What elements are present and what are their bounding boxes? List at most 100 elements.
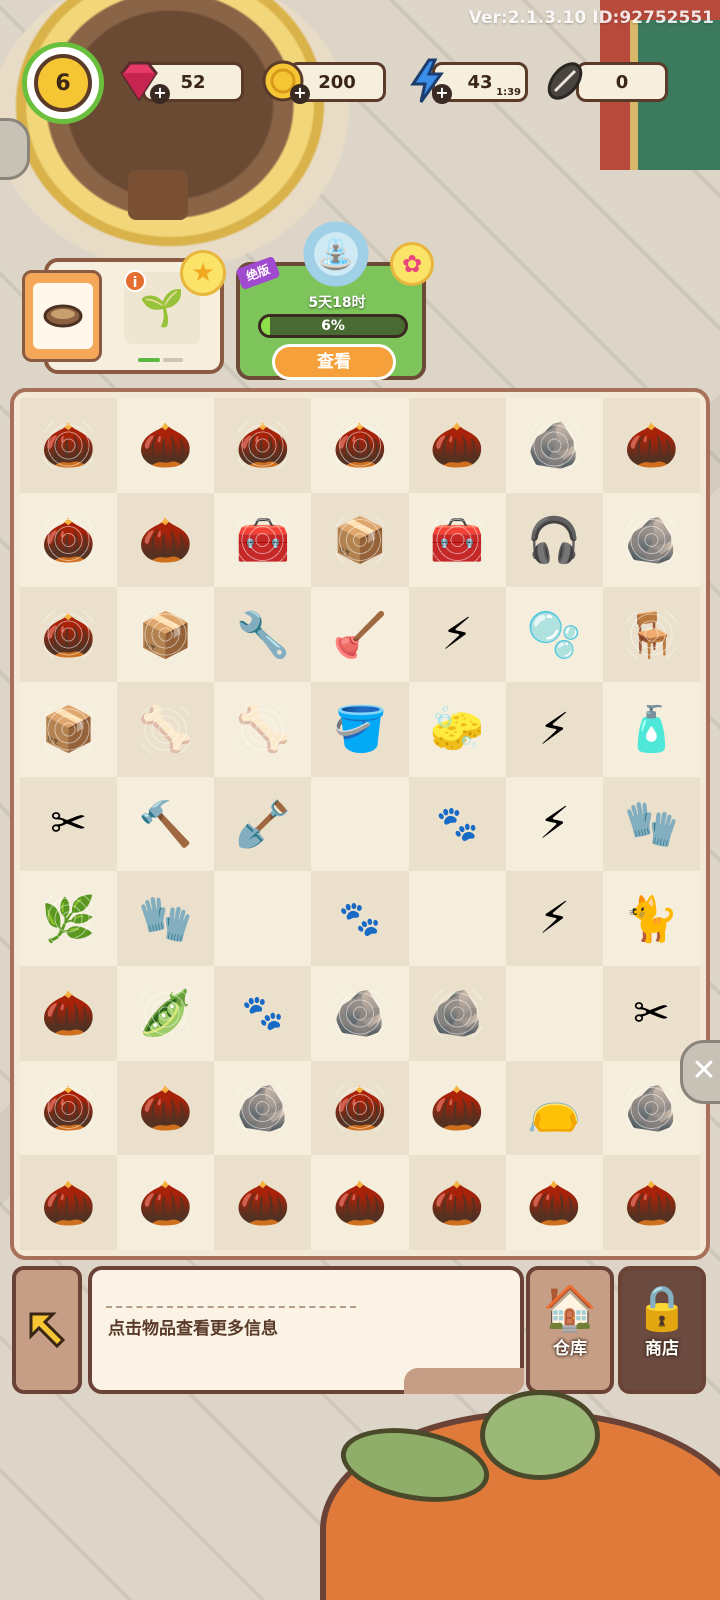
black-cat-icon[interactable]: 🐈: [602, 871, 700, 966]
shop-button[interactable]: 🔒 商店: [618, 1266, 706, 1394]
paw-icon[interactable]: 🐾: [214, 965, 312, 1061]
paw-bucket-icon[interactable]: 🪣: [311, 681, 409, 777]
warehouse-label: 仓库: [553, 1339, 587, 1359]
event-time-left: 5天18时: [308, 295, 366, 311]
acorn-web-icon[interactable]: 🌰: [20, 1060, 118, 1156]
pruning-shears-icon[interactable]: ✂: [20, 776, 118, 872]
order-progress: [138, 358, 184, 362]
brush-icon[interactable]: 🧽: [408, 681, 506, 777]
acorn-icon[interactable]: 🌰: [408, 398, 506, 493]
acorn-dusty-icon[interactable]: 🌰: [117, 492, 215, 588]
add-energy-button[interactable]: +: [432, 84, 452, 104]
merge-grid: 🌰 🌰 🌰 🌰 🌰 🪨 🌰 🌰 🌰 🧰 📦 🧰 🎧 🪨 🌰 📦 🔧 🪠 ⚡ 🫧 🪑 📦 🦴 🦴 🪣 🧽 ⚡ 🧴 ✂ 🔨 🪏 🐾 ⚡ 🧤 🌿 🧤 🐾 ⚡ 🐈 🌰…: [20, 398, 700, 1250]
paw-gloves-icon[interactable]: 🧤: [117, 871, 215, 966]
seeds-value: 0: [615, 71, 629, 93]
trowel-icon[interactable]: 🪏: [214, 776, 312, 872]
sapling-web-icon[interactable]: 🌿: [20, 871, 118, 966]
star-icon: ★: [180, 250, 226, 296]
energy-value: 43: [467, 71, 493, 93]
crate-web-icon[interactable]: 📦: [20, 681, 118, 777]
fountain-pedestal: [128, 170, 188, 220]
shop-label: 商店: [645, 1339, 679, 1359]
event-progress-bar: 6%: [258, 314, 408, 338]
bench-web-icon[interactable]: 🪑: [602, 587, 700, 682]
order-tag[interactable]: [22, 270, 102, 362]
plunger-icon[interactable]: 🪠: [311, 587, 409, 682]
headphones-icon[interactable]: 🎧: [505, 492, 603, 588]
add-coins-button[interactable]: +: [290, 84, 310, 104]
acorn-dusty-icon[interactable]: 🌰: [117, 1155, 215, 1250]
warehouse-button[interactable]: 🏠 仓库: [526, 1266, 614, 1394]
spray-bottle-icon[interactable]: 🧴: [602, 681, 700, 777]
energy-orb-icon[interactable]: ⚡: [505, 871, 603, 966]
info-icon[interactable]: i: [124, 270, 146, 292]
acorn-web-icon[interactable]: 🌰: [311, 1060, 409, 1156]
sack-icon[interactable]: 👝: [505, 1060, 603, 1156]
energy-bucket-icon[interactable]: ⚡: [505, 776, 603, 872]
view-event-button[interactable]: 查看: [272, 344, 396, 380]
acorn-icon[interactable]: 🌰: [20, 965, 118, 1061]
paw-icon[interactable]: 🐾: [408, 776, 506, 872]
toolbox-web-icon[interactable]: 🧰: [408, 492, 506, 588]
crate-web-icon[interactable]: 📦: [311, 492, 409, 588]
sunflower-seed-icon: [540, 56, 590, 106]
energy-cabinet-icon[interactable]: ⚡: [505, 681, 603, 777]
pebble-web-icon[interactable]: 🪨: [505, 398, 603, 493]
lock-icon: 🔒: [634, 1283, 690, 1334]
paw-glove-icon[interactable]: 🧤: [602, 776, 700, 872]
version-label: Ver:2.1.3.10 ID:92752551: [468, 8, 714, 28]
acorn-dusty-icon[interactable]: 🌰: [214, 1155, 312, 1250]
gems-value: 52: [180, 71, 206, 93]
energy-bucket-icon[interactable]: ⚡: [408, 587, 506, 682]
pea-pods-web-icon[interactable]: 🫛: [117, 965, 215, 1061]
close-icon[interactable]: ✕: [680, 1040, 720, 1104]
acorn-dusty-icon[interactable]: 🌰: [505, 1155, 603, 1250]
event-progress-label: 6%: [321, 318, 345, 334]
acorn-icon[interactable]: 🌰: [117, 398, 215, 493]
item-info-panel: 点击物品查看更多信息: [88, 1266, 524, 1394]
order-item-slot: [33, 283, 93, 349]
scissors-icon[interactable]: ✂: [602, 965, 700, 1061]
empty-cell: [311, 776, 409, 872]
acorn-dusty-icon[interactable]: 🌰: [20, 1155, 118, 1250]
house-icon: 🏠: [542, 1283, 598, 1334]
arrow-back-icon: [29, 1312, 66, 1349]
level-number: 6: [34, 54, 92, 112]
empty-cell: [505, 965, 603, 1061]
rock-web-icon[interactable]: 🪨: [311, 965, 409, 1061]
fountain-event-icon: ⛲: [296, 218, 376, 290]
add-gems-button[interactable]: +: [150, 84, 170, 104]
player-level-badge[interactable]: 6: [22, 42, 104, 124]
acorn-dusty-icon[interactable]: 🌰: [602, 398, 700, 493]
bubble-sheet-icon[interactable]: 🫧: [505, 587, 603, 682]
paw-icon[interactable]: 🐾: [311, 871, 409, 966]
acorn-dusty-icon[interactable]: 🌰: [602, 1155, 700, 1250]
energy-timer: 1:39: [496, 87, 521, 98]
hammer-icon[interactable]: 🔨: [117, 776, 215, 872]
panel-corner-decoration: [404, 1368, 524, 1394]
acorn-dusty-icon[interactable]: 🌰: [311, 1155, 409, 1250]
leaf-decoration: [480, 1390, 600, 1480]
side-menu-tab[interactable]: [0, 118, 30, 180]
crate-web-icon[interactable]: 📦: [117, 587, 215, 682]
acorn-web-icon[interactable]: 🌰: [214, 398, 312, 493]
acorn-web-icon[interactable]: 🌰: [20, 587, 118, 682]
acorn-icon[interactable]: 🌰: [408, 1060, 506, 1156]
divider: [106, 1306, 356, 1308]
acorn-web-icon[interactable]: 🌰: [20, 492, 118, 588]
acorn-web-icon[interactable]: 🌰: [311, 398, 409, 493]
rock-web-icon[interactable]: 🪨: [408, 965, 506, 1061]
bone-web-icon[interactable]: 🦴: [117, 681, 215, 777]
back-button[interactable]: [12, 1266, 82, 1394]
coins-value: 200: [318, 71, 356, 93]
empty-cell: [214, 871, 312, 966]
rock-web-icon[interactable]: 🪨: [214, 1060, 312, 1156]
flower-icon: ✿: [390, 242, 434, 286]
bones-web-icon[interactable]: 🦴: [214, 681, 312, 777]
stone-web-icon[interactable]: 🪨: [602, 492, 700, 588]
acorn-dusty-icon[interactable]: 🌰: [117, 1060, 215, 1156]
toolbox-web-icon[interactable]: 🧰: [214, 492, 312, 588]
wrench-icon[interactable]: 🔧: [214, 587, 312, 682]
acorn-dusty-icon[interactable]: 🌰: [408, 1155, 506, 1250]
acorn-web-icon[interactable]: 🌰: [20, 398, 118, 493]
